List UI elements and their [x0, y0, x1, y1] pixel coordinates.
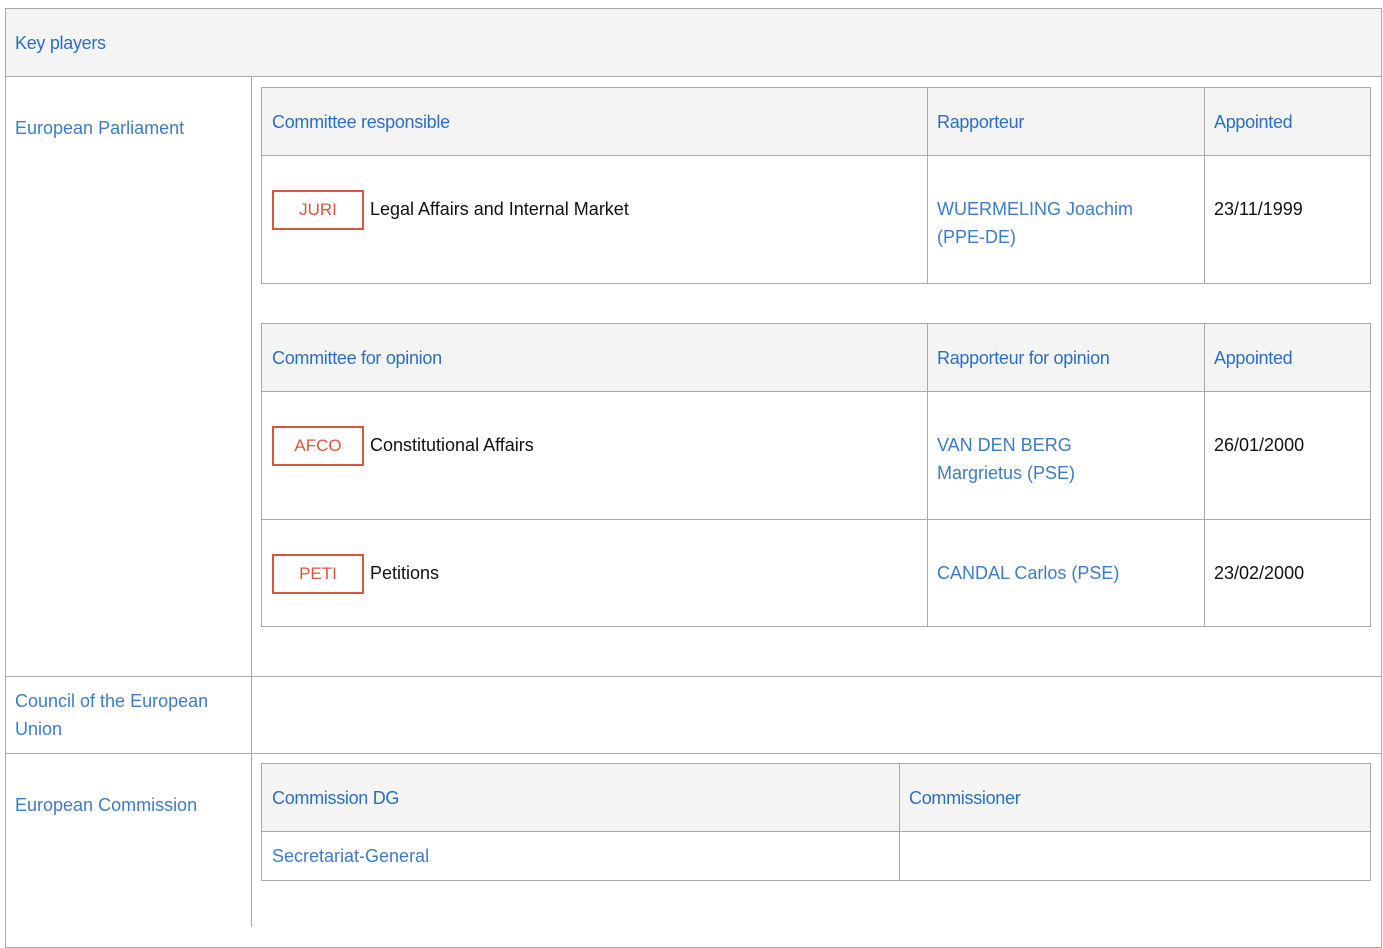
rapporteur-name: VAN DEN BERG [937, 435, 1072, 455]
committee-badge-peti[interactable]: PETI [272, 554, 364, 594]
council-label-line2: Union [15, 719, 63, 739]
commission-header-row [261, 763, 1371, 832]
row-divider [5, 676, 1382, 677]
rapporteur-name: WUERMELING Joachim [937, 199, 1134, 219]
rapporteur-link[interactable]: WUERMELING Joachim (PPE-DE) [937, 195, 1133, 251]
institution-council[interactable]: Council of the European Union [15, 687, 208, 743]
header-committee-opinion: Committee for opinion [272, 348, 442, 368]
cell-divider [1204, 323, 1205, 627]
header-rapporteur: Rapporteur [937, 112, 1025, 132]
institution-european-parliament[interactable]: European Parliament [15, 114, 184, 142]
column-divider [251, 77, 252, 927]
row-divider [5, 753, 1382, 754]
cell-divider [927, 323, 928, 627]
key-players-header [5, 8, 1382, 77]
header-committee-responsible: Committee responsible [272, 112, 450, 132]
committee-badge-juri[interactable]: JURI [272, 190, 364, 230]
appointed-date: 26/01/2000 [1214, 435, 1305, 455]
cell-divider [899, 763, 900, 881]
header-appointed: Appointed [1214, 112, 1293, 132]
commission-dg-link[interactable]: Secretariat-General [272, 842, 429, 870]
appointed-date: 23/11/1999 [1214, 199, 1303, 219]
rapporteur-name-cont: Margrietus (PSE) [937, 463, 1076, 483]
header-appointed: Appointed [1214, 348, 1293, 368]
committee-name: Legal Affairs and Internal Market [370, 199, 629, 219]
page-title: Key players [15, 33, 106, 53]
header-rapporteur-opinion: Rapporteur for opinion [937, 348, 1110, 368]
committee-name: Petitions [370, 563, 440, 583]
rapporteur-link[interactable]: VAN DEN BERG Margrietus (PSE) [937, 431, 1075, 487]
header-commission-dg: Commission DG [272, 788, 400, 808]
appointed-date: 23/02/2000 [1214, 563, 1305, 583]
council-label-line1: Council of the European [15, 691, 209, 711]
cell-divider [1204, 87, 1205, 284]
committee-badge-afco[interactable]: AFCO [272, 426, 364, 466]
committee-name: Constitutional Affairs [370, 435, 534, 455]
header-commissioner: Commissioner [909, 788, 1021, 808]
rapporteur-link[interactable]: CANDAL Carlos (PSE) [937, 559, 1119, 587]
rapporteur-group: (PPE-DE) [937, 227, 1017, 247]
institution-european-commission[interactable]: European Commission [15, 791, 197, 819]
cell-divider [927, 87, 928, 284]
